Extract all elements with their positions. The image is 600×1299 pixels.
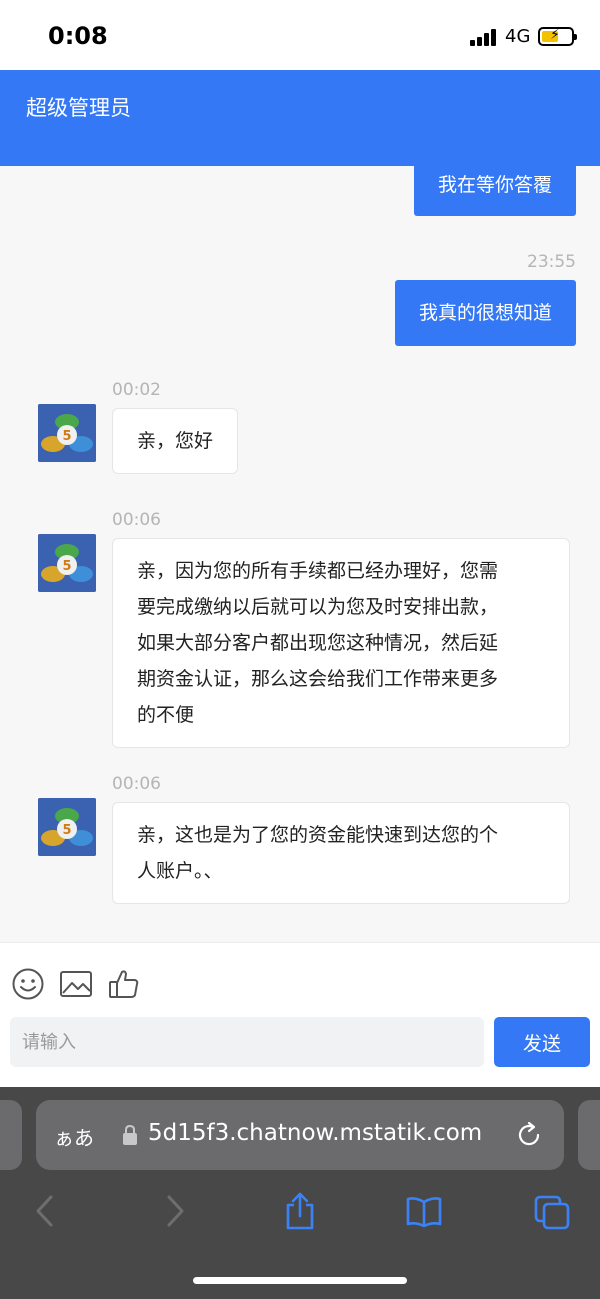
message-timestamp: 00:06 — [112, 774, 161, 794]
message-timestamp: 00:06 — [112, 510, 161, 530]
svg-text:5: 5 — [62, 429, 71, 444]
status-bar: 0:08 4G ⚡ — [0, 0, 600, 70]
lock-icon — [123, 1124, 137, 1145]
message-line: 的不便 — [137, 704, 195, 726]
input-area: 发送 — [0, 942, 600, 1087]
tabs-icon[interactable] — [534, 1191, 570, 1231]
status-time: 0:08 — [48, 22, 108, 50]
message-input[interactable] — [10, 1017, 484, 1067]
image-icon[interactable] — [59, 967, 93, 1001]
message-line: 亲，这也是为了您的资金能快速到达您的个 — [137, 824, 499, 846]
send-button[interactable]: 发送 — [494, 1017, 590, 1067]
message-line: 人账户。、 — [137, 860, 223, 882]
next-tab-preview[interactable] — [578, 1100, 600, 1170]
outgoing-message: 我在等你答覆 — [413, 166, 576, 216]
home-indicator — [193, 1277, 407, 1284]
back-icon[interactable] — [28, 1191, 64, 1231]
battery-icon: ⚡ — [538, 27, 577, 46]
chat-header: 超级管理员 — [0, 70, 600, 166]
emoji-icon[interactable] — [11, 967, 45, 1001]
forward-icon[interactable] — [156, 1191, 192, 1231]
message-line: 亲，因为您的所有手续都已经办理好，您需 — [137, 560, 499, 582]
message-list[interactable]: 我在等你答覆 23:55 我真的很想知道 00:02 5 亲，您好 00:06 … — [0, 166, 600, 942]
reload-icon[interactable] — [514, 1120, 544, 1150]
signal-icon — [470, 28, 498, 46]
incoming-message: 亲，您好 — [112, 408, 239, 474]
agent-avatar: 5 — [38, 404, 96, 462]
outgoing-message: 我真的很想知道 — [394, 280, 576, 346]
bookmarks-icon[interactable] — [406, 1191, 442, 1231]
incoming-message: 亲，这也是为了您的资金能快速到达您的个 人账户。、 — [112, 802, 570, 904]
incoming-message: 亲，因为您的所有手续都已经办理好，您需 要完成缴纳以后就可以为您及时安排出款， … — [112, 538, 570, 748]
share-icon[interactable] — [282, 1191, 318, 1231]
svg-text:5: 5 — [62, 823, 71, 838]
message-timestamp: 23:55 — [527, 252, 576, 272]
address-bar[interactable]: ぁあ 5d15f3.chatnow.mstatik.com — [36, 1100, 564, 1170]
svg-text:5: 5 — [62, 559, 71, 574]
page-settings-button[interactable]: ぁあ — [54, 1122, 94, 1151]
network-label: 4G — [505, 26, 531, 47]
thumbs-up-icon[interactable] — [107, 967, 141, 1001]
previous-tab-preview[interactable] — [0, 1100, 22, 1170]
message-line: 期资金认证，那么这会给我们工作带来更多 — [137, 668, 499, 690]
agent-avatar: 5 — [38, 534, 96, 592]
browser-toolbar: ぁあ 5d15f3.chatnow.mstatik.com — [0, 1087, 600, 1299]
message-timestamp: 00:02 — [112, 380, 161, 400]
message-line: 如果大部分客户都出现您这种情况，然后延 — [137, 632, 499, 654]
message-line: 要完成缴纳以后就可以为您及时安排出款， — [137, 596, 499, 618]
chat-title: 超级管理员 — [26, 96, 131, 120]
agent-avatar: 5 — [38, 798, 96, 856]
url-text: 5d15f3.chatnow.mstatik.com — [148, 1120, 483, 1146]
message-line: 亲，您好 — [137, 430, 214, 452]
